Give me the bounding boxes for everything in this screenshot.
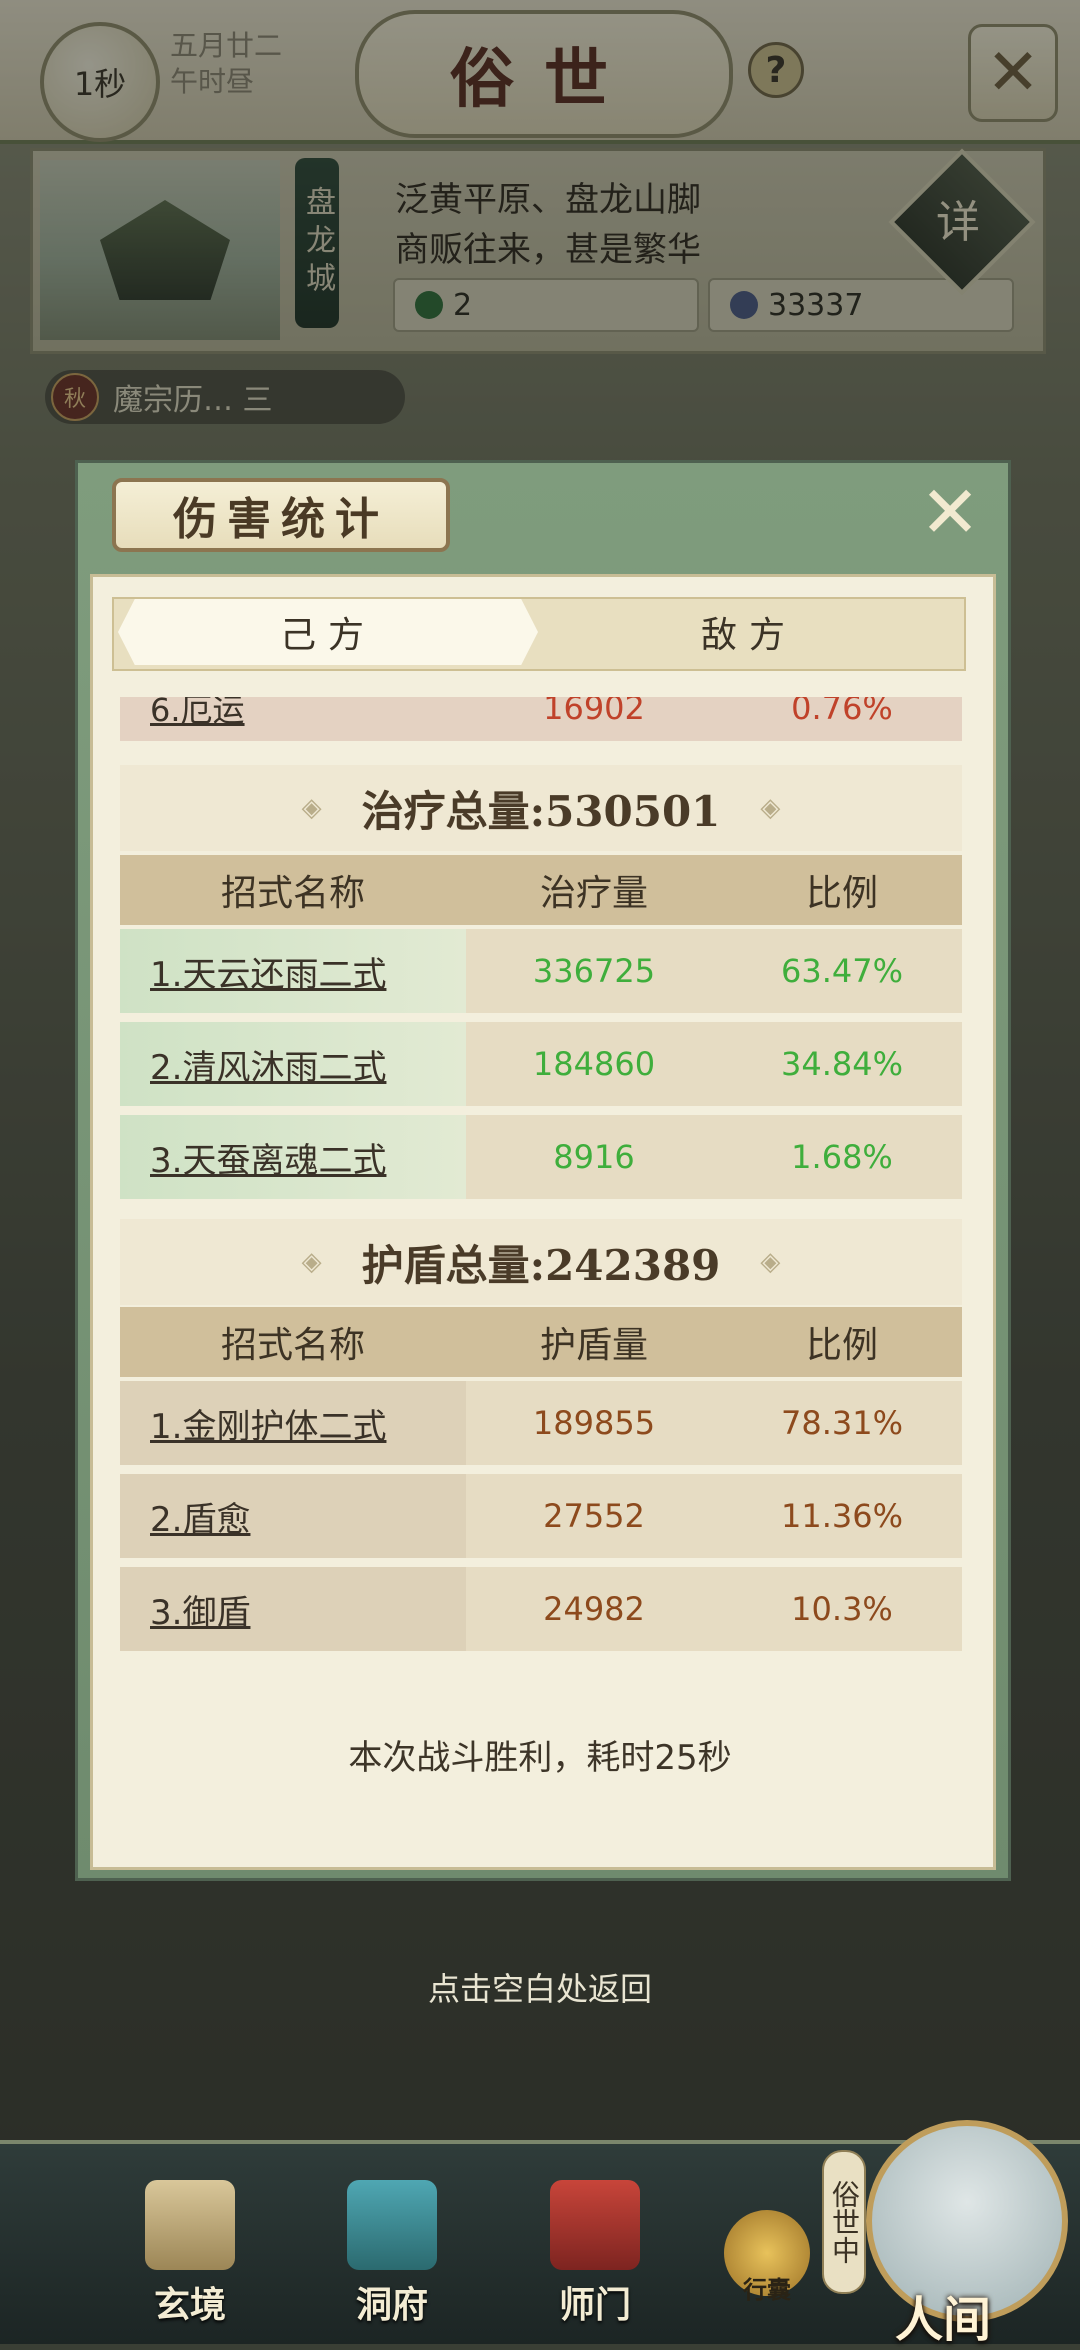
table-row: 1.金刚护体二式 189855 78.31% bbox=[120, 1381, 962, 1465]
pavilion-icon bbox=[347, 2180, 437, 2270]
ornament-icon: ◈ bbox=[301, 793, 322, 823]
nav-item-bag[interactable]: 行囊 bbox=[712, 2210, 822, 2330]
table-row: 1.天云还雨二式 336725 63.47% bbox=[120, 929, 962, 1013]
skill-name[interactable]: 6.厄运 bbox=[120, 697, 466, 731]
skill-value: 336725 bbox=[532, 952, 656, 990]
ornament-icon: ◈ bbox=[760, 1247, 781, 1277]
tab-enemy-side[interactable]: 敌方 bbox=[540, 599, 958, 665]
skill-value: 184860 bbox=[532, 1045, 656, 1083]
table-row: 2.清风沐雨二式 184860 34.84% bbox=[120, 1022, 962, 1106]
skill-name[interactable]: 2.清风沐雨二式 bbox=[120, 1022, 466, 1106]
skill-ratio: 63.47% bbox=[780, 952, 903, 990]
ornament-icon: ◈ bbox=[760, 793, 781, 823]
nav-label: 师门 bbox=[558, 2284, 631, 2326]
nav-item-xuanjing[interactable]: 玄境 bbox=[125, 2180, 255, 2330]
nav-label: 洞府 bbox=[355, 2284, 428, 2326]
table-row: 3.天蚕离魂二式 8916 1.68% bbox=[120, 1115, 962, 1199]
skill-value: 189855 bbox=[532, 1404, 656, 1442]
skill-name[interactable]: 3.御盾 bbox=[120, 1567, 466, 1651]
skill-ratio: 34.84% bbox=[780, 1045, 903, 1083]
skill-ratio: 10.3% bbox=[791, 1590, 893, 1628]
heal-total-text: 治疗总量:530501 bbox=[361, 786, 721, 836]
skill-value: 24982 bbox=[543, 1590, 645, 1628]
dialog-title: 伤害统计 bbox=[112, 478, 450, 552]
heal-table-header: 招式名称 治疗量 比例 bbox=[120, 855, 962, 925]
back-hint: 点击空白处返回 bbox=[427, 1970, 652, 2008]
table-row: 6.厄运 16902 0.76% bbox=[120, 697, 962, 741]
ornament-icon: ◈ bbox=[301, 1247, 322, 1277]
skill-ratio: 0.76% bbox=[791, 697, 893, 727]
column-header: 治疗量 bbox=[539, 873, 648, 914]
column-header: 招式名称 bbox=[220, 873, 365, 914]
skill-value: 16902 bbox=[543, 697, 645, 727]
battle-result: 本次战斗胜利，耗时25秒 bbox=[348, 1738, 732, 1778]
world-status-badge: 俗世中 bbox=[822, 2150, 866, 2294]
nav-label: 玄境 bbox=[153, 2284, 226, 2326]
tab-own-side[interactable]: 己方 bbox=[118, 599, 538, 665]
nav-item-shimen[interactable]: 师门 bbox=[530, 2180, 660, 2330]
column-header: 比例 bbox=[805, 1325, 878, 1366]
bag-label: 行囊 bbox=[743, 2276, 791, 2304]
skill-ratio: 11.36% bbox=[780, 1497, 903, 1535]
column-header: 招式名称 bbox=[220, 1325, 365, 1366]
shield-total-text: 护盾总量:242389 bbox=[361, 1240, 721, 1290]
skill-name[interactable]: 3.天蚕离魂二式 bbox=[120, 1115, 466, 1199]
stats-list[interactable]: 6.厄运 16902 0.76% ◈ 治疗总量:530501 ◈ 招式名称 治疗… bbox=[115, 697, 967, 1677]
skill-name[interactable]: 1.天云还雨二式 bbox=[120, 929, 466, 1013]
banner-icon bbox=[550, 2180, 640, 2270]
shield-table-header: 招式名称 护盾量 比例 bbox=[120, 1307, 962, 1377]
shield-total-title: ◈ 护盾总量:242389 ◈ bbox=[120, 1219, 962, 1305]
nav-item-dongfu[interactable]: 洞府 bbox=[327, 2180, 457, 2330]
skill-value: 27552 bbox=[543, 1497, 645, 1535]
heal-total-title: ◈ 治疗总量:530501 ◈ bbox=[120, 765, 962, 851]
skill-value: 8916 bbox=[553, 1138, 635, 1176]
scroll-icon bbox=[145, 2180, 235, 2270]
skill-ratio: 78.31% bbox=[780, 1404, 903, 1442]
skill-name[interactable]: 2.盾愈 bbox=[120, 1474, 466, 1558]
table-row: 3.御盾 24982 10.3% bbox=[120, 1567, 962, 1651]
column-header: 比例 bbox=[805, 873, 878, 914]
skill-ratio: 1.68% bbox=[791, 1138, 893, 1176]
skill-name[interactable]: 1.金刚护体二式 bbox=[120, 1381, 466, 1465]
close-icon[interactable]: ✕ bbox=[918, 470, 982, 554]
column-header: 护盾量 bbox=[539, 1325, 648, 1366]
table-row: 2.盾愈 27552 11.36% bbox=[120, 1474, 962, 1558]
